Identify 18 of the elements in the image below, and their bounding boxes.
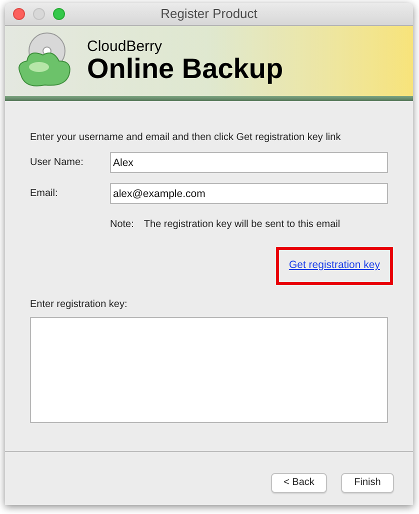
field-label: Email:: [30, 187, 59, 201]
text-field[interactable]: alex@example.com: [110, 183, 388, 204]
note-text: The registration key will be sent to this email: [144, 218, 340, 232]
minimize-button[interactable]: [33, 8, 45, 20]
back-button[interactable]: < Back: [271, 472, 327, 493]
instruction-text: Enter your username and email and then click Get registration key link: [30, 131, 342, 145]
note-label: Note:: [110, 218, 134, 232]
finish-button[interactable]: Finish: [341, 472, 394, 493]
get-key-link[interactable]: Get registration key: [288, 259, 380, 271]
key-field-label: Enter registration key:: [30, 298, 128, 312]
brand-name: CloudBerry: [87, 39, 164, 54]
field-label: User Name:: [30, 156, 84, 170]
zoom-button[interactable]: [53, 8, 65, 20]
window-title: Register Product: [160, 5, 258, 24]
product-name: Online Backup: [87, 55, 284, 83]
text-field[interactable]: Alex: [110, 152, 388, 173]
key-field[interactable]: [30, 316, 388, 423]
close-button[interactable]: [13, 8, 25, 20]
